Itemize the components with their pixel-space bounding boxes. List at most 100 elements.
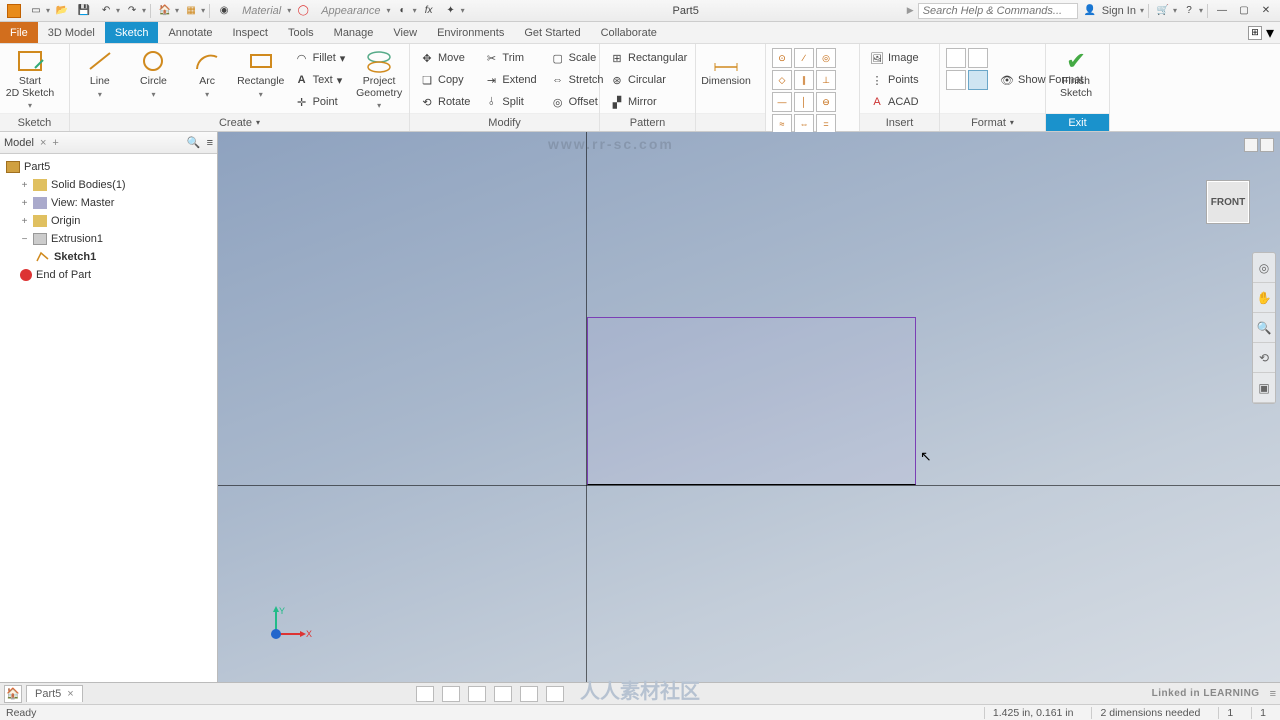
tabs-menu-icon[interactable]: ≡ xyxy=(1264,688,1276,700)
tab-file[interactable]: File xyxy=(0,22,38,43)
dimension-button[interactable]: Dimension xyxy=(702,46,750,88)
status-toggle-1-icon[interactable] xyxy=(416,686,434,702)
status-toggle-5-icon[interactable] xyxy=(520,686,538,702)
format-driven-icon[interactable] xyxy=(946,70,966,90)
sketch-rectangle[interactable] xyxy=(587,317,916,485)
user-icon[interactable]: 👤 xyxy=(1080,2,1100,20)
save-icon[interactable]: 💾 xyxy=(74,2,94,20)
split-button[interactable]: ⫰Split xyxy=(480,92,540,112)
material-label[interactable]: Material xyxy=(236,5,287,17)
rectangle-button[interactable]: Rectangle▾ xyxy=(237,46,285,99)
status-toggle-6-icon[interactable] xyxy=(546,686,564,702)
constrain-vertical-icon[interactable]: │ xyxy=(794,92,814,112)
circle-button[interactable]: Circle▾ xyxy=(130,46,178,99)
tree-end-of-part[interactable]: End of Part xyxy=(2,266,215,284)
tab-collaborate[interactable]: Collaborate xyxy=(591,22,667,43)
tab-inspect[interactable]: Inspect xyxy=(223,22,278,43)
browser-tab-add-icon[interactable]: + xyxy=(52,137,58,149)
nav-wheel-icon[interactable]: ◎ xyxy=(1253,253,1275,283)
browser-menu-icon[interactable]: ≡ xyxy=(207,137,213,149)
home-tab-icon[interactable]: 🏠 xyxy=(4,685,22,703)
viewport-close-icon[interactable] xyxy=(1260,138,1274,152)
minimize-icon[interactable]: — xyxy=(1212,2,1232,20)
canvas[interactable]: www.rr-sc.com ↖ FRONT ◎ ✋ 🔍 ⟲ ▣ Y X xyxy=(218,132,1280,682)
rectangular-pattern-button[interactable]: ⊞Rectangular xyxy=(606,48,691,68)
status-toggle-2-icon[interactable] xyxy=(442,686,460,702)
insert-image-button[interactable]: 🖼Image xyxy=(866,48,923,68)
constrain-concentric-icon[interactable]: ◎ xyxy=(816,48,836,68)
browser-search-icon[interactable]: 🔍 xyxy=(187,136,201,149)
viewport-restore-icon[interactable] xyxy=(1244,138,1258,152)
appearance-icon[interactable]: ◯ xyxy=(293,2,313,20)
nav-lookat-icon[interactable]: ▣ xyxy=(1253,373,1275,403)
tab-annotate[interactable]: Annotate xyxy=(158,22,222,43)
nav-zoom-icon[interactable]: 🔍 xyxy=(1253,313,1275,343)
appearance-swap-icon[interactable]: ◐ xyxy=(393,2,413,20)
finish-sketch-button[interactable]: ✔ Finish Sketch xyxy=(1052,46,1100,99)
move-button[interactable]: ✥Move xyxy=(416,48,474,68)
browser-tab-model[interactable]: Model xyxy=(4,137,34,149)
search-input[interactable] xyxy=(918,3,1078,19)
extend-button[interactable]: ⇥Extend xyxy=(480,70,540,90)
format-construction-icon[interactable] xyxy=(946,48,966,68)
offset-button[interactable]: ◎Offset xyxy=(547,92,608,112)
project-geometry-button[interactable]: Project Geometry▾ xyxy=(355,46,403,110)
tree-sketch1[interactable]: Sketch1 xyxy=(2,248,215,266)
start-2d-sketch-button[interactable]: Start 2D Sketch ▾ xyxy=(6,46,54,110)
copy-button[interactable]: ❏Copy xyxy=(416,70,474,90)
circular-pattern-button[interactable]: ⊛Circular xyxy=(606,70,691,90)
restore-icon[interactable]: ▢ xyxy=(1234,2,1254,20)
constrain-symmetric-icon[interactable]: ⇔ xyxy=(794,114,814,134)
tree-solid-bodies[interactable]: +Solid Bodies(1) xyxy=(2,176,215,194)
trim-button[interactable]: ✂Trim xyxy=(480,48,540,68)
nav-pan-icon[interactable]: ✋ xyxy=(1253,283,1275,313)
tab-get-started[interactable]: Get Started xyxy=(514,22,590,43)
rotate-button[interactable]: ⟲Rotate xyxy=(416,92,474,112)
new-icon[interactable]: ▭ xyxy=(26,2,46,20)
material-icon[interactable]: ◉ xyxy=(214,2,234,20)
constrain-equal-icon[interactable]: = xyxy=(816,114,836,134)
tree-extrusion[interactable]: −Extrusion1 xyxy=(2,230,215,248)
insert-points-button[interactable]: ⋮Points xyxy=(866,70,923,90)
nav-orbit-icon[interactable]: ⟲ xyxy=(1253,343,1275,373)
tab-sketch[interactable]: Sketch xyxy=(105,22,159,43)
format-centerline-icon[interactable] xyxy=(968,48,988,68)
tree-root[interactable]: Part5 xyxy=(2,158,215,176)
fx-icon[interactable]: fx xyxy=(419,2,439,20)
tab-manage[interactable]: Manage xyxy=(324,22,384,43)
select-icon[interactable]: ▦ xyxy=(181,2,201,20)
constrain-perpendicular-icon[interactable]: ⊥ xyxy=(816,70,836,90)
text-button[interactable]: AText ▾ xyxy=(291,70,350,90)
help-icon[interactable]: ? xyxy=(1179,2,1199,20)
redo-icon[interactable]: ↷ xyxy=(122,2,142,20)
tab-environments[interactable]: Environments xyxy=(427,22,514,43)
constrain-fix-icon[interactable]: ◇ xyxy=(772,70,792,90)
line-button[interactable]: Line▾ xyxy=(76,46,124,99)
stretch-button[interactable]: ⇔Stretch xyxy=(547,70,608,90)
tree-origin[interactable]: +Origin xyxy=(2,212,215,230)
constrain-horizontal-icon[interactable]: — xyxy=(772,92,792,112)
arc-button[interactable]: Arc▾ xyxy=(183,46,231,99)
mirror-button[interactable]: ▞Mirror xyxy=(606,92,691,112)
constrain-parallel-icon[interactable]: ∥ xyxy=(794,70,814,90)
doc-tab-close-icon[interactable]: × xyxy=(67,688,73,700)
browser-tab-close-icon[interactable]: × xyxy=(40,137,46,149)
open-icon[interactable]: 📂 xyxy=(52,2,72,20)
cart-icon[interactable]: 🛒 xyxy=(1153,2,1173,20)
sign-in-link[interactable]: Sign In xyxy=(1102,5,1140,17)
settings-icon[interactable]: ✦ xyxy=(441,2,461,20)
appearance-label[interactable]: Appearance xyxy=(315,5,386,17)
ribbon-extra-icon[interactable]: ⊞ xyxy=(1248,26,1262,40)
tab-tools[interactable]: Tools xyxy=(278,22,324,43)
view-cube[interactable]: FRONT xyxy=(1206,180,1250,224)
fillet-button[interactable]: ◠Fillet ▾ xyxy=(291,48,350,68)
status-toggle-3-icon[interactable] xyxy=(468,686,486,702)
scale-button[interactable]: ▢Scale xyxy=(547,48,608,68)
undo-icon[interactable]: ↶ xyxy=(96,2,116,20)
constrain-collinear-icon[interactable]: ∕ xyxy=(794,48,814,68)
doc-tab-part5[interactable]: Part5× xyxy=(26,685,83,702)
home-icon[interactable]: 🏠 xyxy=(155,2,175,20)
constrain-tangent-icon[interactable]: ⊖ xyxy=(816,92,836,112)
constrain-smooth-icon[interactable]: ≈ xyxy=(772,114,792,134)
constrain-coincident-icon[interactable]: ⊙ xyxy=(772,48,792,68)
